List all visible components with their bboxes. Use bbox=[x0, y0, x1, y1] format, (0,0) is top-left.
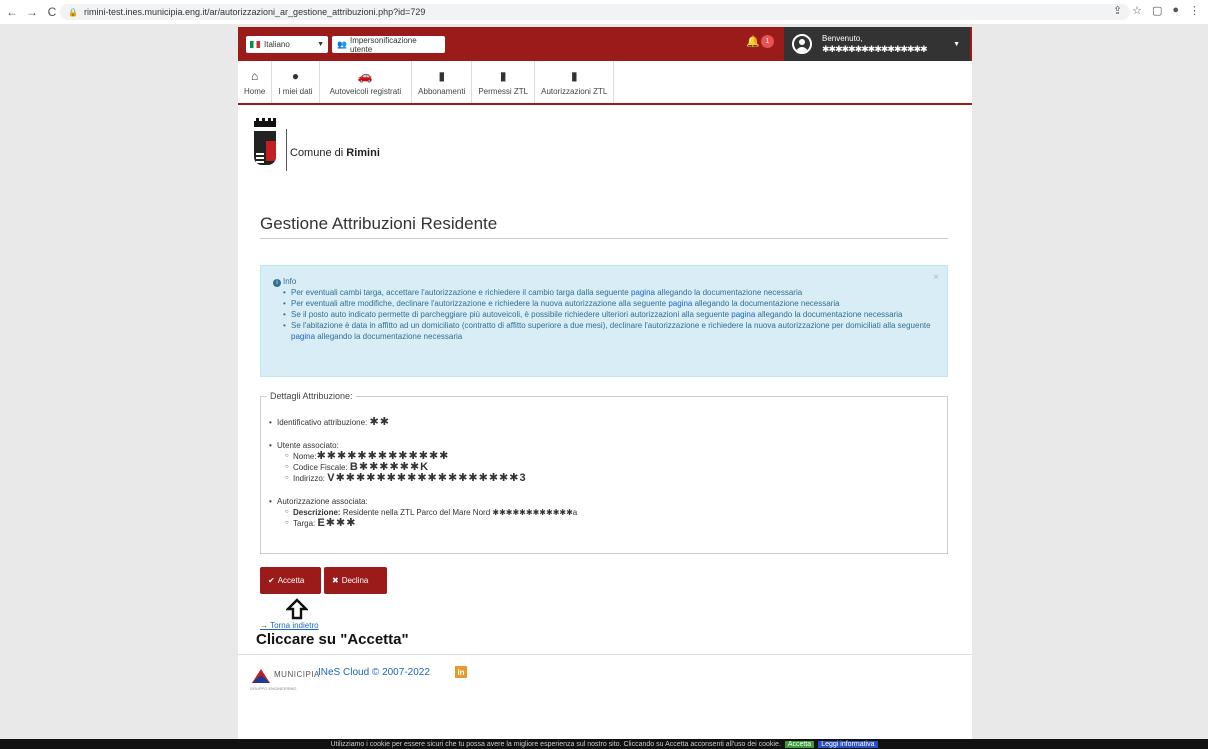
instruction-text: Cliccare su "Accetta" bbox=[256, 631, 409, 648]
info-heading: Info bbox=[283, 277, 297, 286]
forward-arrow-icon[interactable]: → bbox=[24, 4, 40, 20]
bell-icon[interactable]: 🔔 bbox=[746, 35, 760, 48]
file-icon: ▮ bbox=[570, 68, 578, 83]
star-icon[interactable]: ☆ bbox=[1132, 4, 1142, 17]
page-title: Gestione Attribuzioni Residente bbox=[260, 214, 498, 233]
info-item: Per eventuali altre modifiche, declinare… bbox=[283, 298, 935, 309]
impersonation-label: Impersonificazione utente bbox=[349, 35, 417, 54]
linkedin-icon[interactable]: in bbox=[455, 666, 467, 678]
nav-label: Autorizzazioni ZTL bbox=[541, 86, 608, 96]
municipia-text: MUNICIPIA bbox=[274, 670, 320, 679]
nav-item-my-data[interactable]: ● I miei dati bbox=[272, 61, 320, 103]
user-icon: ● bbox=[291, 68, 300, 83]
arrow-right-icon: → bbox=[260, 621, 268, 630]
detail-address: Indirizzo: V✱✱✱✱✱✱✱✱✱✱✱✱✱✱✱✱✱✱3 bbox=[285, 473, 577, 485]
back-link[interactable]: → Torna indietro bbox=[260, 621, 319, 630]
address-bar[interactable]: 🔒 rimini-test.ines.municipia.eng.it/ar/a… bbox=[60, 4, 1130, 20]
top-bar: Italiano ▼ 👥 Impersonificazione utente 🔔… bbox=[238, 27, 972, 61]
language-select[interactable]: Italiano ▼ bbox=[246, 36, 328, 53]
decline-button[interactable]: ✖ Declina bbox=[324, 567, 387, 594]
nav-item-subscriptions[interactable]: ▮ Abbonamenti bbox=[412, 61, 473, 103]
avatar-icon bbox=[792, 34, 812, 54]
info-item: Se il posto auto indicato permette di pa… bbox=[283, 309, 935, 320]
welcome-label: Benvenuto, bbox=[822, 34, 863, 43]
x-circle-icon: ✖ bbox=[332, 576, 339, 585]
cookie-info-button[interactable]: Leggi informativa bbox=[818, 740, 878, 748]
nav-item-ztl-permits[interactable]: ▮ Permessi ZTL bbox=[472, 61, 536, 103]
car-icon: 🚗 bbox=[357, 68, 373, 83]
chevron-down-icon: ▼ bbox=[953, 40, 960, 48]
info-item: Se l'abitazione è data in affitto ad un … bbox=[283, 320, 935, 342]
impersonation-button[interactable]: 👥 Impersonificazione utente bbox=[332, 35, 445, 54]
cookie-text: Utilizziamo i cookie per essere sicuri c… bbox=[330, 740, 781, 748]
nav-label: Home bbox=[244, 86, 266, 96]
home-icon: ⌂ bbox=[251, 68, 259, 83]
url-text: rimini-test.ines.municipia.eng.it/ar/aut… bbox=[83, 7, 426, 17]
sidepanel-icon[interactable]: ▢ bbox=[1152, 4, 1162, 17]
page-link[interactable]: pagina bbox=[668, 299, 692, 308]
comune-logo[interactable]: Comune di Rimini bbox=[254, 118, 384, 181]
detail-name: Nome:✱✱✱✱✱✱✱✱✱✱✱✱✱ bbox=[285, 451, 577, 463]
copyright-text: INeS Cloud © 2007-2022 bbox=[318, 667, 430, 678]
crest-crown-icon bbox=[254, 118, 276, 127]
nav-label: Abbonamenti bbox=[418, 86, 466, 96]
italy-flag-icon bbox=[250, 41, 260, 48]
close-icon[interactable]: × bbox=[933, 272, 939, 283]
detail-plate: Targa: E✱✱✱ bbox=[285, 518, 577, 530]
detail-id: Identificativo attribuzione: ✱✱ bbox=[269, 416, 577, 429]
divider bbox=[238, 654, 972, 655]
details-fieldset: Dettagli Attribuzione: Identificativo at… bbox=[260, 391, 948, 554]
nav-item-vehicles[interactable]: 🚗 Autoveicoli registrati bbox=[320, 61, 413, 103]
check-circle-icon: ✔ bbox=[268, 576, 275, 585]
file-icon: ▮ bbox=[438, 68, 446, 83]
menu-icon[interactable]: ⋮ bbox=[1189, 4, 1200, 17]
user-menu[interactable]: Benvenuto, ✱✱✱✱✱✱✱✱✱✱✱✱✱✱✱✱ ▼ bbox=[784, 27, 970, 61]
share-icon[interactable]: ⇪ bbox=[1113, 4, 1122, 17]
nav-item-ztl-authorizations[interactable]: ▮ Autorizzazioni ZTL bbox=[535, 61, 615, 103]
back-arrow-icon[interactable]: ← bbox=[4, 4, 20, 20]
profile-icon[interactable]: ● bbox=[1172, 4, 1179, 17]
username: ✱✱✱✱✱✱✱✱✱✱✱✱✱✱✱✱ bbox=[822, 44, 928, 54]
info-alert: × iInfo Per eventuali cambi targa, accet… bbox=[260, 265, 948, 377]
cookie-accept-button[interactable]: Accetta bbox=[784, 740, 815, 748]
info-icon: i bbox=[273, 279, 281, 287]
municipia-logo-icon bbox=[252, 669, 270, 683]
page-container: Italiano ▼ 👥 Impersonificazione utente 🔔… bbox=[238, 27, 972, 739]
page-link[interactable]: pagina bbox=[731, 310, 755, 319]
page-link[interactable]: pagina bbox=[291, 332, 315, 341]
reload-icon[interactable]: C bbox=[44, 4, 60, 20]
divider bbox=[260, 238, 948, 239]
detail-authorization: Autorizzazione associata: Descrizione: R… bbox=[269, 496, 577, 529]
detail-user: Utente associato: Nome:✱✱✱✱✱✱✱✱✱✱✱✱✱ Cod… bbox=[269, 440, 577, 484]
details-legend: Dettagli Attribuzione: bbox=[267, 391, 356, 401]
language-label: Italiano bbox=[264, 40, 290, 49]
browser-toolbar: ← → C 🔒 rimini-test.ines.municipia.eng.i… bbox=[0, 0, 1208, 24]
chevron-down-icon: ▼ bbox=[317, 41, 324, 48]
lock-icon: 🔒 bbox=[68, 7, 78, 17]
nav-label: I miei dati bbox=[278, 86, 313, 96]
masked-value: ✱✱ bbox=[369, 416, 390, 428]
arrow-up-icon bbox=[286, 598, 308, 620]
nav-label: Autoveicoli registrati bbox=[329, 86, 402, 96]
notification-badge: 1 bbox=[761, 35, 774, 48]
info-item: Per eventuali cambi targa, accettare l'a… bbox=[283, 287, 935, 298]
page-link[interactable]: pagina bbox=[631, 288, 655, 297]
nav-label: Permessi ZTL bbox=[478, 86, 529, 96]
file-icon: ▮ bbox=[499, 68, 507, 83]
main-nav: ⌂ Home ● I miei dati 🚗 Autoveicoli regis… bbox=[238, 61, 972, 105]
nav-item-home[interactable]: ⌂ Home bbox=[238, 61, 273, 103]
cookie-bar: Utilizziamo i cookie per essere sicuri c… bbox=[0, 739, 1208, 749]
crest-shield-icon bbox=[254, 131, 276, 165]
accept-button[interactable]: ✔ Accetta bbox=[260, 567, 321, 594]
municipia-subtext: GRUPPO ENGINEERING bbox=[250, 686, 297, 691]
users-icon: 👥 bbox=[337, 40, 347, 49]
logo-text: Comune di Rimini bbox=[290, 147, 380, 159]
